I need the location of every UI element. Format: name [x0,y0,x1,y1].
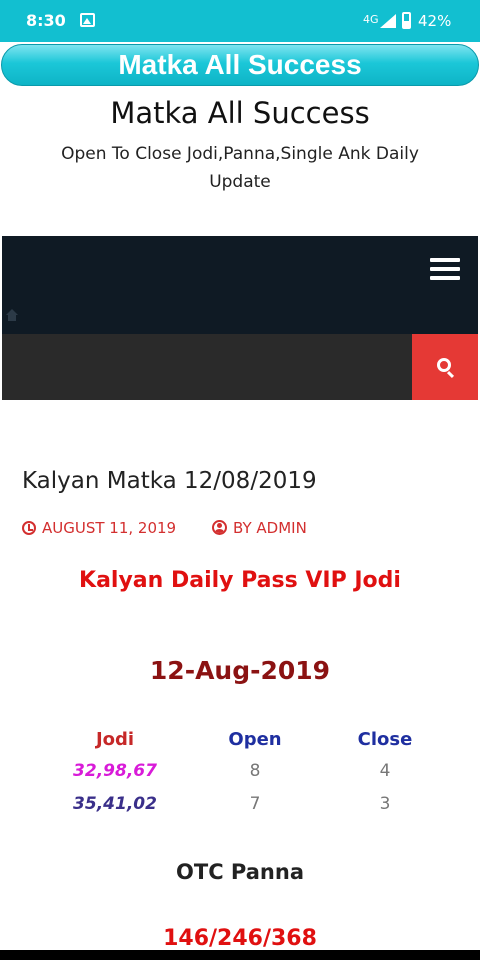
date-heading: 12-Aug-2019 [149,656,331,685]
vip-heading: Kalyan Daily Pass VIP Jodi [79,568,401,593]
open-cell: 8 [249,760,261,781]
status-bar: 8:30 4G 42% [0,0,480,42]
screen: 8:30 4G 42% Matka All Success Matka All … [0,0,480,950]
results-table: Jodi Open Close 32,98,67 8 4 35,41,02 7 … [40,724,450,820]
post-author[interactable]: BY ADMIN [212,519,307,537]
header-close: Close [357,728,413,750]
table-row: 32,98,67 8 4 [40,754,450,787]
app-bar-title: Matka All Success [118,49,362,80]
search-bar [2,334,478,400]
battery-percent: 42% [418,12,452,30]
open-cell: 7 [249,793,261,814]
network-type: 4G [363,13,379,26]
site-header: Matka All Success Open To Close Jodi,Pan… [0,88,480,196]
search-icon [437,358,451,372]
post-title[interactable]: Kalyan Matka 12/08/2019 [22,468,317,494]
app-bar: Matka All Success [1,44,479,86]
table-header-row: Jodi Open Close [40,724,450,754]
signal-icon [380,14,396,28]
site-title[interactable]: Matka All Success [0,96,480,130]
post-date-label: AUGUST 11, 2019 [42,519,177,537]
jodi-cell: 35,41,02 [73,793,157,814]
otc-heading: OTC Panna [176,860,304,884]
navbar [2,236,478,334]
clock-icon [22,521,36,535]
menu-icon[interactable] [430,258,460,280]
jodi-cell: 32,98,67 [73,760,157,781]
panna-value: 146/246/368 [163,926,317,950]
search-button[interactable] [412,334,478,400]
status-time: 8:30 [26,11,66,30]
header-open: Open [228,728,282,750]
search-input[interactable] [2,334,412,400]
site-tagline: Open To Close Jodi,Panna,Single Ank Dail… [61,144,419,192]
header-jodi: Jodi [95,728,135,750]
post-author-label: BY ADMIN [233,519,307,537]
user-icon [212,520,227,535]
post-date[interactable]: AUGUST 11, 2019 [22,519,176,537]
battery-icon [402,12,411,29]
close-cell: 3 [379,793,391,814]
home-icon[interactable] [6,309,18,321]
close-cell: 4 [379,760,391,781]
image-notification-icon [80,13,95,27]
table-row: 35,41,02 7 3 [40,787,450,820]
